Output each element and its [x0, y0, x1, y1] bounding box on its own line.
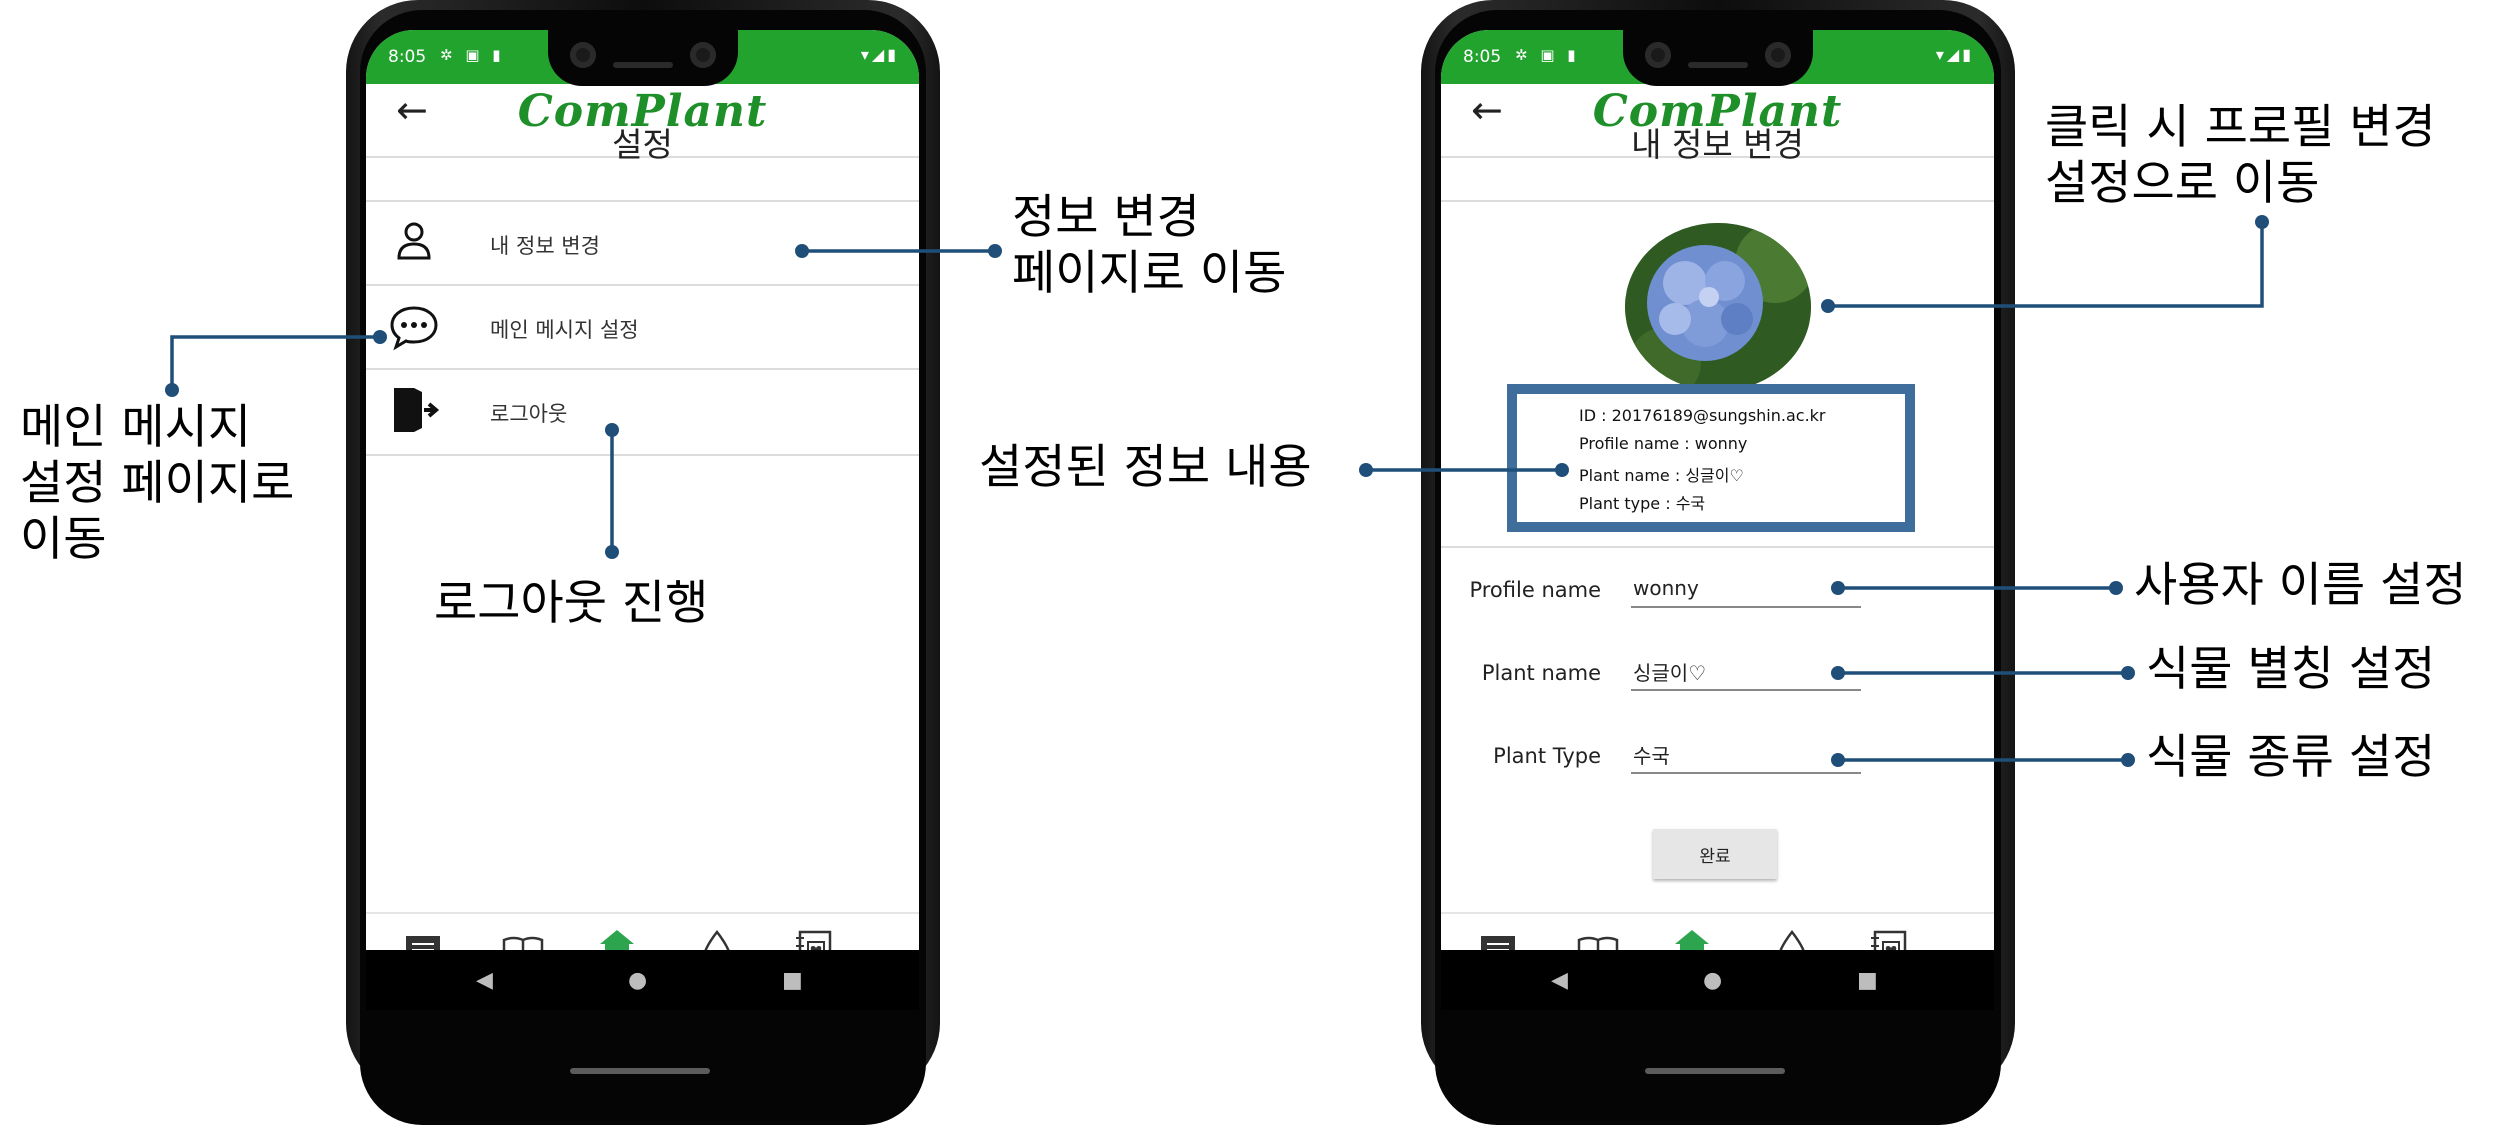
status-time: 8:05 — [1463, 47, 1502, 67]
front-camera-icon — [570, 42, 596, 68]
profile-name-input[interactable] — [1631, 570, 1861, 608]
page-title: 내 정보 변경 — [1631, 125, 1804, 164]
person-icon — [397, 222, 431, 260]
system-home-icon[interactable]: ● — [628, 968, 647, 993]
hydrangea-image — [1625, 223, 1811, 391]
logout-icon — [394, 388, 440, 432]
profile-name-label: Profile name — [1469, 578, 1601, 602]
plant-type-label: Plant Type — [1493, 744, 1601, 768]
signal-battery-icon: ▾◢▮ — [1935, 45, 1974, 64]
chat-bubble-icon — [390, 306, 438, 351]
profile-photo[interactable] — [1625, 223, 1811, 391]
annotation-plant-kind: 식물 종류 설정 — [2146, 730, 2436, 785]
menu-label: 로그아웃 — [490, 402, 568, 426]
info-id: ID : 20176189@sungshin.ac.kr — [1579, 406, 1826, 425]
speaker-grille — [613, 62, 673, 68]
annotation-main-message: 메인 메시지 설정 페이지로 이동 — [20, 400, 294, 568]
right-screen: 8:05 ✲ ▣ ▮ ▾◢▮ ← ComPlant 내 정보 변경 ID : 2… — [1441, 30, 1994, 980]
annotation-line: 설정 페이지로 — [20, 456, 295, 511]
left-home-indicator — [570, 1068, 710, 1074]
front-sensor-icon — [690, 42, 716, 68]
annotation-line: 클릭 시 프로필 변경 — [2045, 100, 2436, 155]
plant-name-label: Plant name — [1481, 661, 1601, 685]
annotation-set-info: 설정된 정보 내용 — [979, 440, 1312, 495]
annotation-line: 설정으로 이동 — [2045, 156, 2320, 211]
camera-notch — [548, 30, 738, 86]
divider — [366, 454, 919, 456]
plant-type-input[interactable] — [1631, 736, 1861, 774]
annotation-line: 이동 — [20, 512, 107, 567]
status-time: 8:05 — [388, 47, 427, 67]
annotation-logout: 로그아웃 진행 — [434, 576, 709, 631]
status-icons: ✲ ▣ ▮ — [440, 46, 505, 64]
page-title: 설정 — [612, 125, 673, 164]
menu-item-edit-profile[interactable]: 내 정보 변경 — [366, 202, 919, 284]
annotation-user-name: 사용자 이름 설정 — [2134, 558, 2467, 613]
system-back-icon[interactable]: ◀ — [476, 968, 493, 993]
menu-item-logout[interactable]: 로그아웃 — [366, 370, 919, 452]
camera-notch — [1623, 30, 1813, 86]
annotation-plant-nick: 식물 별칭 설정 — [2146, 642, 2436, 697]
done-button[interactable]: 완료 — [1653, 829, 1777, 879]
annotation-line: 메인 메시지 — [20, 400, 252, 455]
speaker-grille — [1688, 62, 1748, 68]
right-system-nav: ◀ ● ■ — [1441, 950, 1994, 1010]
annotation-line: 정보 변경 — [1012, 190, 1200, 245]
menu-label: 메인 메시지 설정 — [490, 318, 639, 342]
annotation-info-change: 정보 변경 페이지로 이동 — [1012, 190, 1286, 302]
system-recents-icon[interactable]: ■ — [782, 968, 803, 993]
system-recents-icon[interactable]: ■ — [1857, 968, 1878, 993]
system-home-icon[interactable]: ● — [1703, 968, 1722, 993]
status-icons: ✲ ▣ ▮ — [1515, 46, 1580, 64]
annotation-profile-click: 클릭 시 프로필 변경 설정으로 이동 — [2045, 100, 2436, 212]
signal-battery-icon: ▾◢▮ — [860, 45, 899, 64]
left-system-nav: ◀ ● ■ — [366, 950, 919, 1010]
menu-item-main-message[interactable]: 메인 메시지 설정 — [366, 286, 919, 368]
annotation-line: 페이지로 이동 — [1012, 246, 1287, 301]
plant-name-input[interactable] — [1631, 653, 1861, 691]
divider — [1441, 546, 1994, 548]
divider — [1441, 200, 1994, 202]
front-sensor-icon — [1765, 42, 1791, 68]
system-back-icon[interactable]: ◀ — [1551, 968, 1568, 993]
right-home-indicator — [1645, 1068, 1785, 1074]
info-plant-type: Plant type : 수국 — [1579, 494, 1706, 513]
front-camera-icon — [1645, 42, 1671, 68]
left-screen: 8:05 ✲ ▣ ▮ ▾◢▮ ← ComPlant 설정 내 정보 변경 메인 … — [366, 30, 919, 980]
menu-label: 내 정보 변경 — [490, 234, 600, 258]
info-plant-name: Plant name : 싱글이♡ — [1579, 466, 1744, 485]
info-profile-name: Profile name : wonny — [1579, 434, 1748, 453]
